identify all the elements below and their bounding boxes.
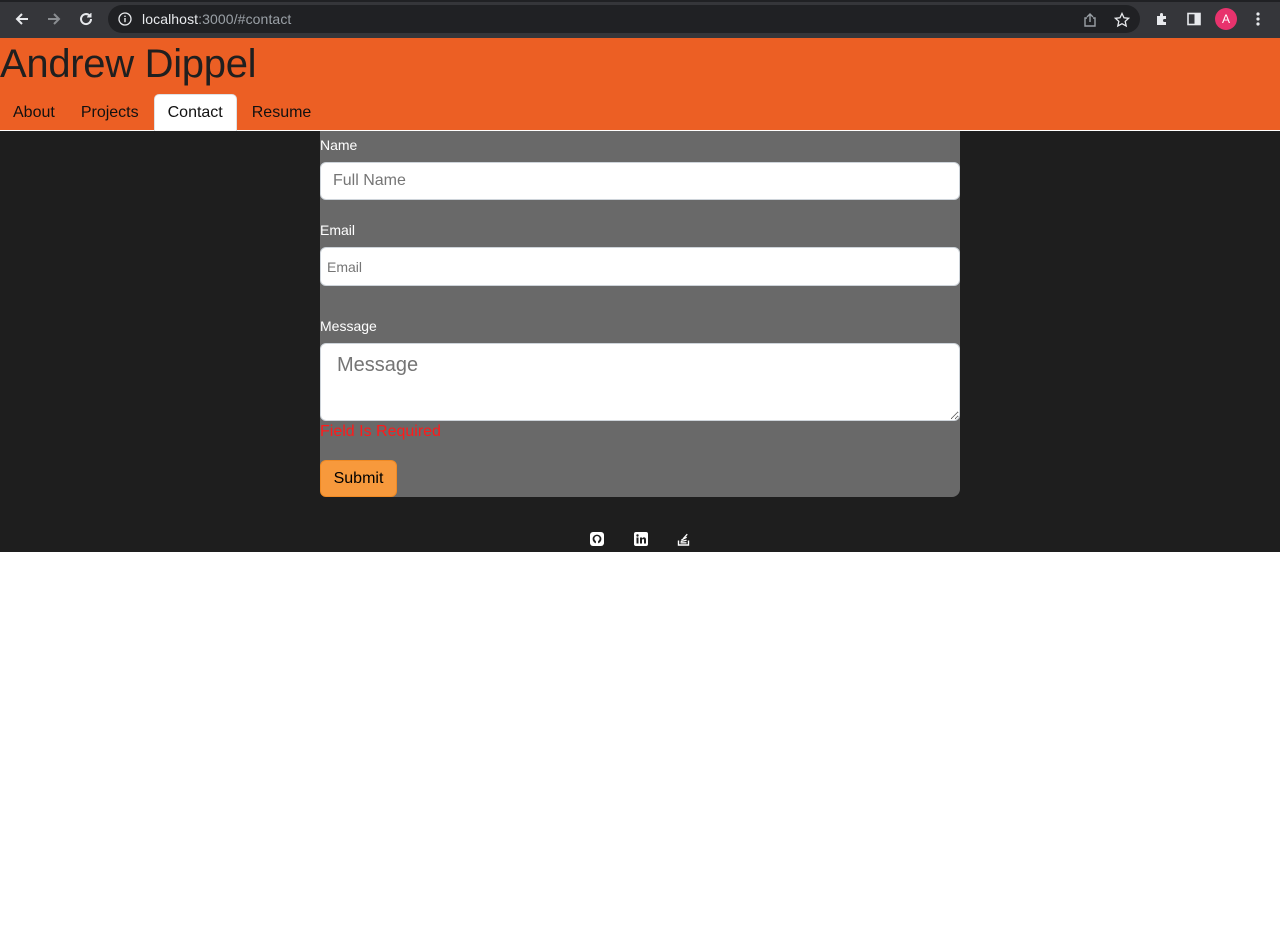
tab-projects[interactable]: Projects (68, 94, 152, 130)
url-path: :3000/#contact (198, 11, 292, 27)
arrow-left-icon (15, 13, 28, 25)
url-host: localhost (142, 11, 199, 27)
site-title: Andrew Dippel (0, 42, 257, 86)
email-input[interactable] (320, 247, 960, 286)
reload-icon (80, 13, 93, 26)
browser-toolbar: localhost:3000/#contact A (0, 0, 1280, 38)
field-required-error: Field Is Required (320, 423, 441, 440)
side-panel-icon[interactable] (1186, 11, 1202, 27)
arrow-right-icon (48, 13, 61, 25)
linkedin-icon[interactable] (634, 532, 648, 546)
github-icon[interactable] (590, 532, 604, 546)
message-textarea[interactable] (320, 343, 960, 421)
info-icon[interactable] (118, 12, 132, 26)
tab-contact[interactable]: Contact (153, 94, 237, 131)
tab-strip-edge (0, 0, 1280, 2)
forward-button[interactable] (44, 9, 64, 29)
back-button[interactable] (12, 9, 32, 29)
page-content: Andrew Dippel About Projects Contact Res… (0, 38, 1280, 552)
bookmark-star-icon[interactable] (1114, 12, 1130, 28)
name-label: Name (320, 137, 358, 153)
address-bar[interactable]: localhost:3000/#contact (108, 5, 1140, 33)
message-label: Message (320, 318, 377, 334)
extensions-puzzle-icon[interactable] (1154, 11, 1170, 27)
tab-about[interactable]: About (0, 94, 68, 130)
reload-button[interactable] (76, 9, 96, 29)
contact-form: Name Email Message Field Is Required Sub… (320, 131, 960, 497)
stackoverflow-icon[interactable] (677, 532, 691, 546)
nav-tabs: About Projects Contact Resume (0, 94, 324, 131)
tab-resume[interactable]: Resume (239, 94, 325, 130)
submit-button[interactable]: Submit (320, 460, 397, 497)
site-header: Andrew Dippel About Projects Contact Res… (0, 38, 1280, 131)
kebab-menu-icon[interactable] (1250, 11, 1266, 27)
share-icon[interactable] (1082, 12, 1098, 28)
email-label: Email (320, 222, 356, 238)
profile-avatar[interactable]: A (1215, 8, 1237, 30)
social-links (0, 532, 1280, 548)
name-input[interactable] (320, 162, 960, 200)
url-text: localhost:3000/#contact (142, 11, 291, 27)
